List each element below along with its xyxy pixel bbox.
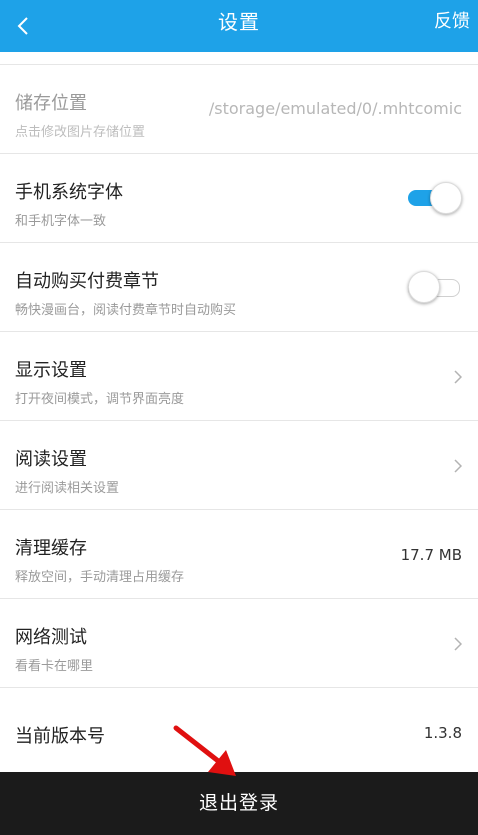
auto-purchase-row[interactable]: 自动购买付费章节 畅快漫画台，阅读付费章节时自动购买 — [0, 243, 478, 332]
auto-purchase-toggle[interactable] — [408, 271, 462, 303]
page-title: 设置 — [218, 10, 260, 34]
chevron-right-icon — [454, 370, 462, 384]
row-title: 自动购买付费章节 — [15, 271, 159, 292]
row-subtitle: 释放空间，手动清理占用缓存 — [15, 570, 185, 585]
reading-settings-row[interactable]: 阅读设置 进行阅读相关设置 — [0, 421, 478, 510]
cache-size-value: 17.7 MB — [400, 546, 462, 564]
storage-path-value: /storage/emulated/0/.mhtcomic — [208, 99, 462, 118]
row-subtitle: 看看卡在哪里 — [15, 659, 94, 674]
row-title: 清理缓存 — [15, 538, 87, 559]
network-test-row[interactable]: 网络测试 看看卡在哪里 — [0, 599, 478, 688]
settings-screen: 设置 反馈 储存位置 点击修改图片存储位置 /storage/emulated/… — [0, 0, 478, 835]
row-title: 显示设置 — [15, 360, 87, 381]
row-subtitle: 和手机字体一致 — [15, 214, 107, 229]
row-subtitle: 点击修改图片存储位置 — [15, 125, 146, 140]
version-value: 1.3.8 — [423, 724, 462, 742]
chevron-right-icon — [454, 637, 462, 651]
system-font-toggle[interactable] — [408, 182, 462, 214]
clear-cache-row[interactable]: 清理缓存 释放空间，手动清理占用缓存 17.7 MB — [0, 510, 478, 599]
row-title: 阅读设置 — [15, 449, 87, 470]
row-title: 网络测试 — [15, 627, 87, 648]
row-title: 储存位置 — [15, 93, 87, 114]
row-title: 当前版本号 — [15, 726, 105, 747]
feedback-button[interactable]: 反馈 — [434, 0, 470, 44]
list-top-divider — [0, 52, 478, 65]
row-subtitle: 进行阅读相关设置 — [15, 481, 120, 496]
storage-location-row[interactable]: 储存位置 点击修改图片存储位置 /storage/emulated/0/.mht… — [0, 65, 478, 154]
toggle-knob — [408, 271, 440, 303]
system-font-row[interactable]: 手机系统字体 和手机字体一致 — [0, 154, 478, 243]
chevron-right-icon — [454, 459, 462, 473]
top-bar: 设置 反馈 — [0, 0, 478, 52]
annotation-arrow-icon — [173, 725, 236, 776]
display-settings-row[interactable]: 显示设置 打开夜间模式，调节界面亮度 — [0, 332, 478, 421]
settings-list: 储存位置 点击修改图片存储位置 /storage/emulated/0/.mht… — [0, 52, 478, 777]
row-subtitle: 打开夜间模式，调节界面亮度 — [15, 392, 185, 407]
row-subtitle: 畅快漫画台，阅读付费章节时自动购买 — [15, 303, 237, 318]
row-title: 手机系统字体 — [15, 182, 123, 203]
toggle-knob — [430, 182, 462, 214]
